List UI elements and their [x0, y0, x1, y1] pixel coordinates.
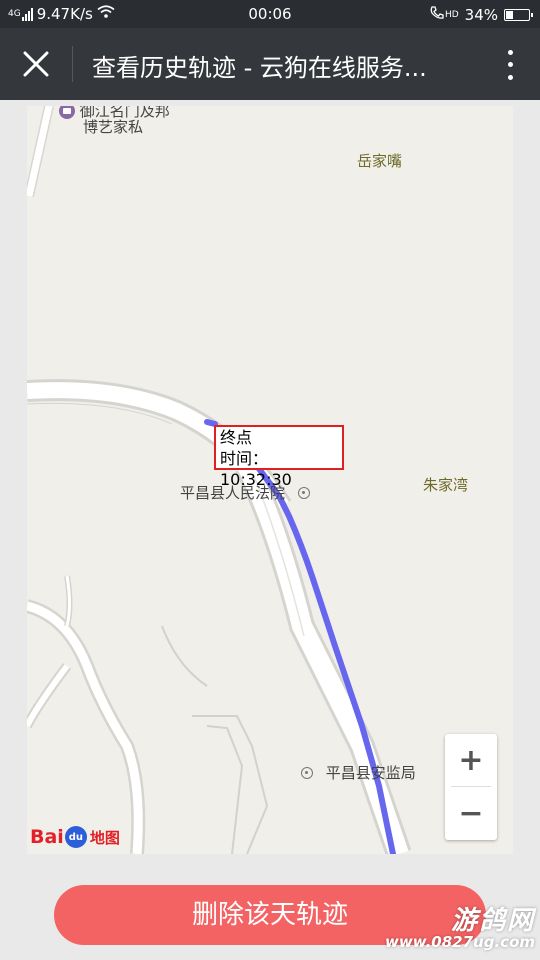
call-icon	[429, 5, 445, 25]
more-options-button[interactable]	[500, 46, 520, 84]
status-bar: 4G 9.47K/s 00:06 HD 34%	[0, 0, 540, 28]
battery-icon	[504, 9, 533, 21]
more-dot-icon	[507, 49, 513, 55]
page-title: 查看历史轨迹 - 云狗在线服务...	[92, 54, 427, 82]
map-view[interactable]: 御江名门及邦 博艺家私 岳家嘴 朱家湾 平昌县人民法院 平昌县安监局 终点 时间…	[27, 106, 513, 854]
zoom-control: + −	[445, 734, 497, 840]
endpoint-info-box: 终点 时间： 10:32:30	[214, 425, 344, 489]
info-box-time-label: 时间：	[220, 449, 269, 468]
baidu-map-logo: Bai du 地图	[30, 824, 120, 850]
app-bar: 查看历史轨迹 - 云狗在线服务...	[0, 28, 540, 100]
watermark: 游鸽网 www.0827ug.com	[370, 900, 535, 956]
zoom-in-button[interactable]: +	[445, 734, 497, 786]
shop-icon	[59, 106, 75, 119]
close-button[interactable]	[10, 42, 62, 86]
map-label-safety-bureau: 平昌县安监局	[301, 762, 416, 783]
info-box-time-value: 10:32:30	[220, 470, 292, 489]
more-dot-icon	[507, 62, 513, 68]
hd-badge: HD	[444, 10, 459, 20]
more-dot-icon	[507, 75, 513, 81]
logo-bai: Bai	[30, 826, 64, 848]
poi-icon	[301, 767, 313, 779]
info-box-title: 终点	[220, 428, 253, 447]
map-label-yuejiazui: 岳家嘴	[357, 152, 403, 170]
map-label-shop: 博艺家私	[83, 118, 144, 136]
battery-percent: 34%	[464, 6, 498, 24]
watermark-url: www.0827ug.com	[385, 933, 535, 951]
watermark-main: 游鸽网	[450, 906, 535, 936]
map-label-zhujiawan: 朱家湾	[423, 476, 469, 494]
paw-icon: du	[64, 826, 87, 848]
logo-map-word: 地图	[89, 828, 120, 847]
status-right: HD 34%	[429, 5, 533, 25]
zoom-out-button[interactable]: −	[445, 787, 497, 839]
info-box-time: 时间： 10:32:30	[220, 448, 338, 490]
close-icon	[23, 51, 49, 77]
app-bar-divider	[72, 46, 73, 82]
map-label-text: 平昌县安监局	[325, 764, 416, 782]
